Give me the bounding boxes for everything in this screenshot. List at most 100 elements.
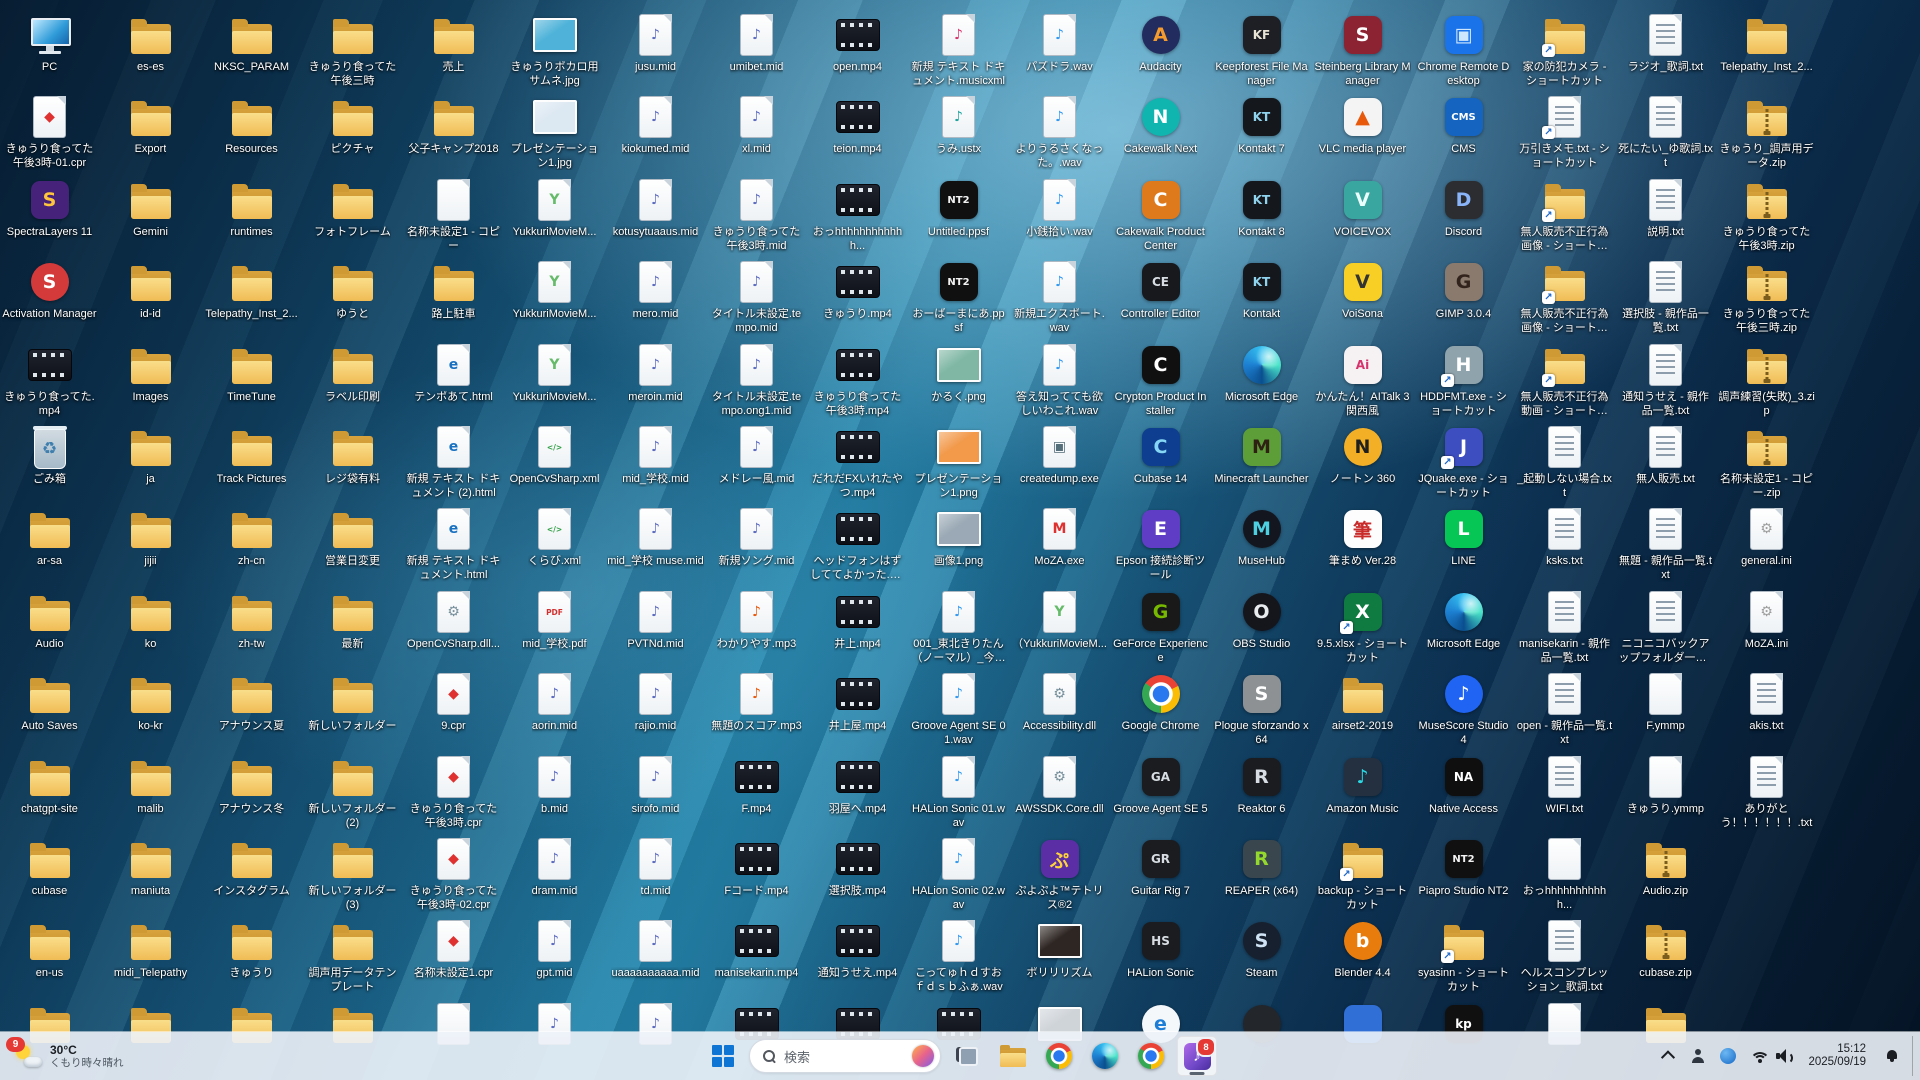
desktop-icon[interactable]: アナウンス夏 xyxy=(201,669,302,734)
desktop-icon[interactable]: 通知うせえ - 親作品一覧.txt xyxy=(1615,340,1716,418)
desktop-icon[interactable]: jijii xyxy=(100,504,201,569)
desktop-icon[interactable]: レジ袋有料 xyxy=(302,422,403,487)
desktop-icon[interactable]: 画像1.png xyxy=(908,504,1009,569)
network-volume-button[interactable] xyxy=(1744,1036,1800,1076)
desktop-icon[interactable]: NKSC_PARAM xyxy=(201,10,302,75)
desktop-icon[interactable]: SSteinberg Library Manager xyxy=(1312,10,1413,88)
desktop-icon[interactable]: id-id xyxy=(100,257,201,322)
desktop-icon[interactable]: midi_Telepathy xyxy=(100,916,201,981)
desktop-icon[interactable]: きゅうりボカロ用サムネ.jpg xyxy=(504,10,605,88)
desktop-icon[interactable]: Aiかんたん！AITalk 3 関西風 xyxy=(1312,340,1413,418)
desktop-icon[interactable]: manisekarin.mp4 xyxy=(706,916,807,981)
desktop-icon[interactable]: PC xyxy=(0,10,100,75)
desktop-icon[interactable]: ⚙Accessibility.dll xyxy=(1009,669,1110,734)
desktop-icon[interactable]: ♪タイトル未設定.tempo.mid xyxy=(706,257,807,335)
desktop-icon[interactable]: J↗JQuake.exe - ショートカット xyxy=(1413,422,1514,500)
desktop-icon[interactable]: SPlogue sforzando x64 xyxy=(1211,669,1312,747)
desktop-icon[interactable]: 筆筆まめ Ver.28 xyxy=(1312,504,1413,569)
desktop-icon[interactable]: ▣createdump.exe xyxy=(1009,422,1110,487)
desktop-icon[interactable]: manisekarin - 親作品一覧.txt xyxy=(1514,587,1615,665)
desktop-icon[interactable]: ar-sa xyxy=(0,504,100,569)
desktop-icon[interactable]: ♪mid_学校 muse.mid xyxy=(605,504,706,569)
desktop-icon[interactable]: ♪meroin.mid xyxy=(605,340,706,405)
desktop-icon[interactable]: ありがとう！！！！！！.txt xyxy=(1716,752,1817,830)
desktop-icon[interactable]: EEpson 接続診断ツール xyxy=(1110,504,1211,582)
desktop-icon[interactable]: ♪b.mid xyxy=(504,752,605,817)
desktop-icon[interactable]: YYukkuriMovieM... xyxy=(504,340,605,405)
desktop-icon[interactable]: DDiscord xyxy=(1413,175,1514,240)
desktop-icon[interactable]: 父子キャンプ2018 xyxy=(403,92,504,157)
desktop-icon[interactable]: 選択肢 - 親作品一覧.txt xyxy=(1615,257,1716,335)
desktop-icon[interactable]: ko-kr xyxy=(100,669,201,734)
desktop-icon[interactable]: CCrypton Product Installer xyxy=(1110,340,1211,418)
desktop-icon[interactable]: H↗HDDFMT.exe - ショートカット xyxy=(1413,340,1514,418)
desktop-icon[interactable]: LLINE xyxy=(1413,504,1514,569)
notification-center-button[interactable] xyxy=(1878,1036,1906,1076)
tray-user-app-button[interactable] xyxy=(1684,1036,1712,1076)
desktop-icon[interactable]: ♪uaaaaaaaaaa.mid xyxy=(605,916,706,981)
desktop-icon[interactable]: ♪sirofo.mid xyxy=(605,752,706,817)
desktop-icon[interactable]: ▣Chrome Remote Desktop xyxy=(1413,10,1514,88)
desktop-icon[interactable]: ♪PVTNd.mid xyxy=(605,587,706,652)
start-button[interactable] xyxy=(703,1036,743,1076)
desktop-icon[interactable]: Fコード.mp4 xyxy=(706,834,807,899)
search-box[interactable]: 検索 xyxy=(749,1039,941,1073)
desktop-icon[interactable]: ぷぷよぷよ™テトリス®2 xyxy=(1009,834,1110,912)
desktop-icon[interactable]: プレゼンテーション1.jpg xyxy=(504,92,605,170)
desktop-icon[interactable]: プレゼンテーション1.png xyxy=(908,422,1009,500)
desktop-icon[interactable]: ↗家の防犯カメラ - ショートカット xyxy=(1514,10,1615,88)
desktop-icon[interactable]: VVOICEVOX xyxy=(1312,175,1413,240)
desktop-icon[interactable]: open - 親作品一覧.txt xyxy=(1514,669,1615,747)
desktop-icon[interactable]: Export xyxy=(100,92,201,157)
desktop-icon[interactable]: TimeTune xyxy=(201,340,302,405)
desktop-icon[interactable]: MMoZA.exe xyxy=(1009,504,1110,569)
desktop-icon[interactable]: 名称未設定1 - コピー xyxy=(403,175,504,253)
desktop-icon[interactable]: Track Pictures xyxy=(201,422,302,487)
desktop-icon[interactable]: ♪MuseScore Studio 4 xyxy=(1413,669,1514,747)
desktop-icon[interactable]: akis.txt xyxy=(1716,669,1817,734)
desktop-icon[interactable]: ♪無題のスコア.mp3 xyxy=(706,669,807,734)
desktop-icon[interactable]: </>OpenCvSharp.xml xyxy=(504,422,605,487)
desktop-icon[interactable]: GAGroove Agent SE 5 xyxy=(1110,752,1211,817)
tray-overflow-button[interactable] xyxy=(1654,1036,1682,1076)
desktop-icon[interactable]: 最新 xyxy=(302,587,403,652)
desktop-icon[interactable]: ♪xl.mid xyxy=(706,92,807,157)
tray-blue-app-button[interactable] xyxy=(1714,1036,1742,1076)
desktop-icon[interactable]: ♪わかりやす.mp3 xyxy=(706,587,807,652)
desktop-icon[interactable]: ♪gpt.mid xyxy=(504,916,605,981)
widgets-weather-button[interactable]: 9 30°C くもり時々晴れ xyxy=(0,1032,138,1080)
desktop-icon[interactable]: ↗万引きメモ.txt - ショートカット xyxy=(1514,92,1615,170)
desktop-icon[interactable]: ♪タイトル未設定.tempo.ong1.mid xyxy=(706,340,807,418)
desktop-icon[interactable]: ヘルスコンプレッション_歌詞.txt xyxy=(1514,916,1615,994)
active-media-app-button[interactable]: ♪ 8 xyxy=(1177,1036,1217,1076)
desktop-icon[interactable]: きゅうり_調声用データ.zip xyxy=(1716,92,1817,170)
desktop-icon[interactable]: KTKontakt xyxy=(1211,257,1312,322)
desktop-icon[interactable]: ヘッドフォンはずしててよかった.mp4 xyxy=(807,504,908,582)
desktop-icon[interactable]: GGIMP 3.0.4 xyxy=(1413,257,1514,322)
desktop-icon[interactable]: Auto Saves xyxy=(0,669,100,734)
desktop-icon[interactable]: maniuta xyxy=(100,834,201,899)
desktop-icon[interactable]: ♪パズドラ.wav xyxy=(1009,10,1110,75)
desktop-icon[interactable]: ⚙AWSSDK.Core.dll xyxy=(1009,752,1110,817)
desktop-icon[interactable]: きゅうり食ってた午後三時 xyxy=(302,10,403,88)
task-view-button[interactable] xyxy=(947,1036,987,1076)
desktop-icon[interactable]: ◆きゅうり食ってた午後3時-01.cpr xyxy=(0,92,100,170)
desktop-icon[interactable]: CEController Editor xyxy=(1110,257,1211,322)
desktop-icon[interactable]: ♪小銭拾い.wav xyxy=(1009,175,1110,240)
desktop-icon[interactable]: ♪新規エクスポート.wav xyxy=(1009,257,1110,335)
desktop-icon[interactable]: ♪td.mid xyxy=(605,834,706,899)
desktop-icon[interactable]: Microsoft Edge xyxy=(1211,340,1312,405)
desktop-icon[interactable]: 路上駐車 xyxy=(403,257,504,322)
desktop-icon[interactable]: 通知うせえ.mp4 xyxy=(807,916,908,981)
desktop-icon[interactable]: ♪きゅうり食ってた午後3時.mid xyxy=(706,175,807,253)
desktop-icon[interactable]: インスタグラム xyxy=(201,834,302,899)
chrome-button[interactable] xyxy=(1039,1036,1079,1076)
desktop-icon[interactable]: Images xyxy=(100,340,201,405)
desktop-icon[interactable]: NT2Piapro Studio NT2 xyxy=(1413,834,1514,899)
desktop-icon[interactable]: teion.mp4 xyxy=(807,92,908,157)
desktop-icon[interactable]: es-es xyxy=(100,10,201,75)
desktop-icon[interactable]: 調声練習(失敗)_3.zip xyxy=(1716,340,1817,418)
desktop-icon[interactable]: 説明.txt xyxy=(1615,175,1716,240)
desktop-icon[interactable]: ♪HALion Sonic 01.wav xyxy=(908,752,1009,830)
desktop-icon[interactable]: きゅうり食ってた午後3時.mp4 xyxy=(807,340,908,418)
